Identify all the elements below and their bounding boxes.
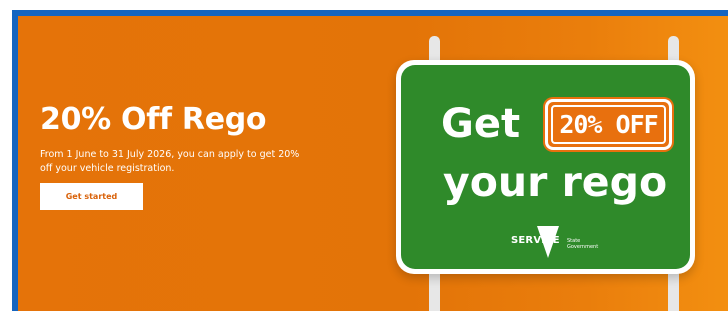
road-sign-illustration: Get 20% OFF your rego SERVICE State Gove… bbox=[396, 60, 695, 274]
promo-description: From 1 June to 31 July 2026, you can app… bbox=[40, 149, 300, 174]
victoria-triangle-icon bbox=[537, 226, 559, 258]
promo-banner: 20% Off Rego From 1 June to 31 July 2026… bbox=[18, 16, 728, 311]
sign-post-left-lower bbox=[429, 271, 440, 311]
sign-text-your-rego: your rego bbox=[443, 158, 668, 206]
number-plate-border: 20% OFF bbox=[551, 105, 666, 144]
sign-text-get: Get bbox=[441, 101, 521, 147]
gov-line-2: Government bbox=[567, 244, 599, 250]
promo-title: 20% Off Rego bbox=[40, 102, 267, 137]
sign-post-right-lower bbox=[668, 271, 679, 311]
road-sign-face: Get 20% OFF your rego SERVICE State Gove… bbox=[401, 65, 690, 269]
service-victoria-logo: SERVICE State Government bbox=[511, 226, 621, 266]
number-plate-graphic: 20% OFF bbox=[545, 99, 672, 150]
plate-text: 20% OFF bbox=[559, 110, 658, 139]
state-government-text: State Government bbox=[567, 238, 598, 250]
get-started-button[interactable]: Get started bbox=[40, 183, 143, 210]
